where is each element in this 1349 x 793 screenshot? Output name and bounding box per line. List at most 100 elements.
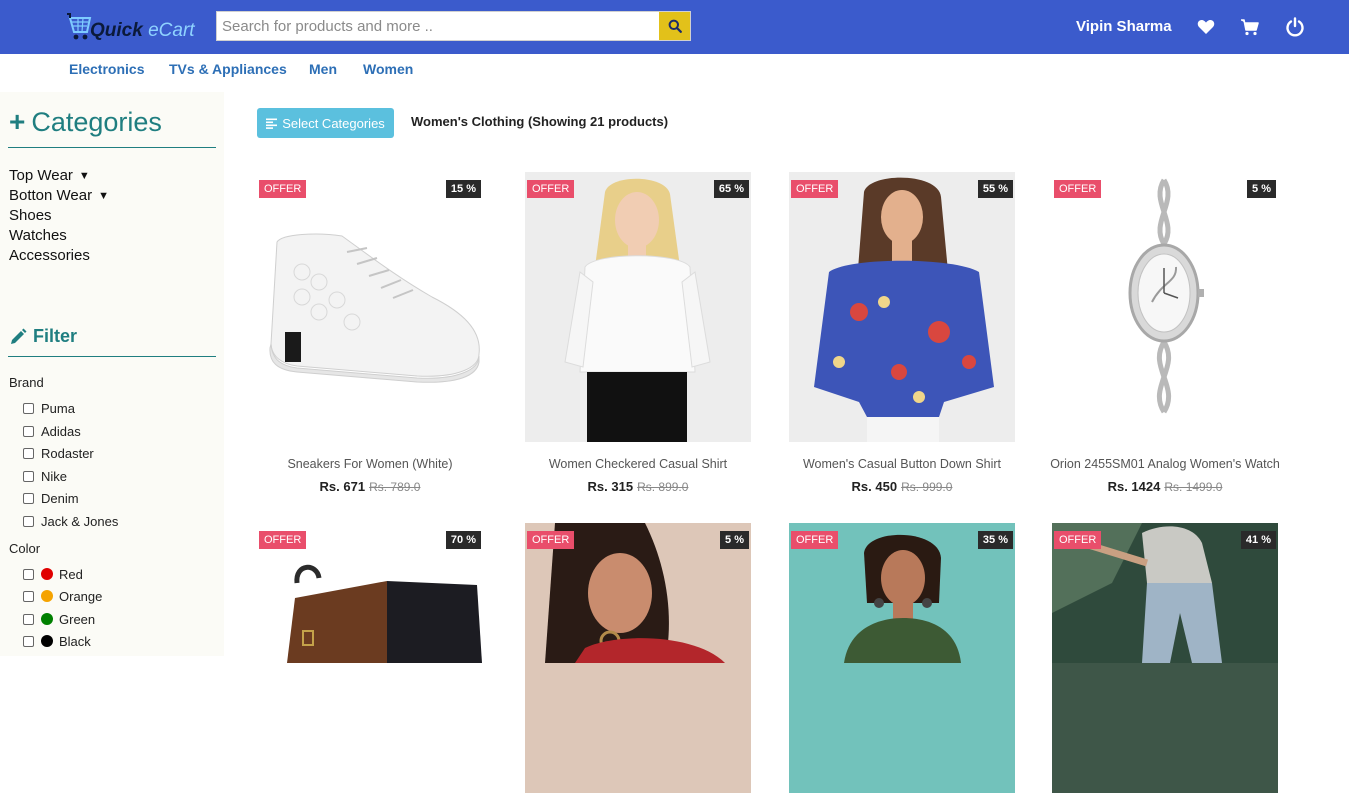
price-original: Rs. 789.0 [369,480,421,494]
offer-badge: OFFER [1054,180,1102,198]
color-option-green[interactable]: Green [23,611,95,627]
product-image[interactable]: OFFER 35 % [789,523,1015,793]
user-name[interactable]: Vipin Sharma [1076,18,1172,35]
checkbox[interactable] [23,402,34,414]
nav-men[interactable]: Men [309,61,337,77]
filter-title-text: Filter [33,326,78,346]
category-item-top-wear[interactable]: Top Wear ▼ [9,166,109,186]
plus-icon: + [9,106,26,137]
price-current: Rs. 671 [319,479,366,494]
category-nav: Electronics TVs & Appliances Men Women [0,54,1349,84]
option-label: Black [59,633,91,649]
filter-title: Filter [9,326,77,347]
color-option-red[interactable]: Red [23,566,83,582]
nav-electronics[interactable]: Electronics [69,61,144,77]
product-image[interactable]: OFFER 5 % [525,523,751,793]
checkbox[interactable] [23,492,34,504]
logo-word-quick: Quick [90,20,143,41]
power-icon [1286,17,1304,37]
category-item-accessories[interactable]: Accessories [9,246,109,266]
categories-title-text: Categories [31,107,162,137]
offer-badge: OFFER [1054,531,1102,549]
category-item-shoes[interactable]: Shoes [9,206,109,226]
category-item-watches[interactable]: Watches [9,226,109,246]
brand-option-rodaster[interactable]: Rodaster [23,445,94,461]
white-shirt-image [564,178,711,442]
chevron-down-icon: ▼ [78,170,90,182]
offer-badge: OFFER [259,180,307,198]
top-header: Quick eCart Vipin Sharma [0,0,1349,54]
divider [8,147,216,148]
search-input[interactable] [217,12,661,40]
site-logo[interactable]: Quick eCart [66,10,206,46]
price-current: Rs. 315 [587,479,634,494]
price-original: Rs. 899.0 [637,480,689,494]
brand-label: Brand [9,375,44,390]
logout-button[interactable] [1284,16,1306,38]
search-button[interactable] [659,12,690,40]
product-image[interactable]: OFFER 41 % [1052,523,1278,793]
product-image[interactable]: OFFER 70 % [257,523,483,793]
product-image[interactable]: OFFER 65 % [525,172,751,442]
option-label: Red [59,566,83,582]
checkbox[interactable] [23,447,34,459]
color-label: Color [9,541,41,556]
category-label: Watches [9,227,67,244]
offer-badge: OFFER [527,180,575,198]
price-original: Rs. 999.0 [901,480,953,494]
checkbox[interactable] [23,568,34,580]
list-icon [266,118,278,129]
option-label: Orange [59,588,103,604]
product-price: Rs. 1424 Rs. 1499.0 [1052,479,1278,494]
discount-badge: 41 % [1240,531,1276,549]
discount-badge: 65 % [713,180,749,198]
watch-image [1128,178,1204,414]
chevron-down-icon: ▼ [98,190,109,202]
color-swatch [41,613,53,625]
sidebar: + Categories Top Wear ▼ Botton Wear ▼ Shoes… [0,92,224,656]
option-label: Puma [41,400,75,416]
product-price: Rs. 450 Rs. 999.0 [789,479,1015,494]
price-current: Rs. 1424 [1107,479,1161,494]
product-image[interactable]: OFFER 5 % [1052,172,1278,442]
cart-button[interactable] [1239,16,1261,38]
option-label: Denim [41,490,79,506]
logo-text: Quick eCart [90,20,195,42]
category-label: Accessories [9,247,90,264]
checkbox[interactable] [23,470,34,482]
price-original: Rs. 1499.0 [1164,480,1223,494]
discount-badge: 15 % [445,180,481,198]
product-image[interactable]: OFFER 15 % [257,172,483,442]
nav-tvs-appliances[interactable]: TVs & Appliances [169,61,287,77]
brand-option-adidas[interactable]: Adidas [23,423,81,439]
checkbox[interactable] [23,515,34,527]
color-option-orange[interactable]: Orange [23,588,102,604]
cart-icon [1241,19,1259,36]
product-image[interactable]: OFFER 55 % [789,172,1015,442]
checkbox[interactable] [23,613,34,625]
brand-option-denim[interactable]: Denim [23,490,79,506]
select-categories-button[interactable]: Select Categories [257,108,394,138]
color-option-black[interactable]: Black [23,633,91,649]
category-list: Top Wear ▼ Botton Wear ▼ Shoes Watches Acc… [9,166,109,266]
product-name[interactable]: Women's Casual Button Down Shirt [779,457,1025,471]
category-label: Botton Wear [9,187,93,204]
printed-top-image [814,177,994,442]
checkbox[interactable] [23,590,34,602]
divider [8,356,216,357]
checkbox[interactable] [23,425,34,437]
category-item-botton-wear[interactable]: Botton Wear ▼ [9,186,109,206]
brand-option-puma[interactable]: Puma [23,400,75,416]
product-name[interactable]: Orion 2455SM01 Analog Women's Watch [1042,457,1288,471]
wishlist-button[interactable] [1195,16,1217,38]
brand-option-jack-jones[interactable]: Jack & Jones [23,513,118,529]
offer-badge: OFFER [791,531,839,549]
brand-option-nike[interactable]: Nike [23,468,67,484]
categories-title: + Categories [9,106,162,138]
product-price: Rs. 671 Rs. 789.0 [257,479,483,494]
checkbox[interactable] [23,635,34,647]
nav-women[interactable]: Women [363,61,413,77]
product-name[interactable]: Sneakers For Women (White) [247,457,493,471]
product-name[interactable]: Women Checkered Casual Shirt [515,457,761,471]
discount-badge: 55 % [977,180,1013,198]
